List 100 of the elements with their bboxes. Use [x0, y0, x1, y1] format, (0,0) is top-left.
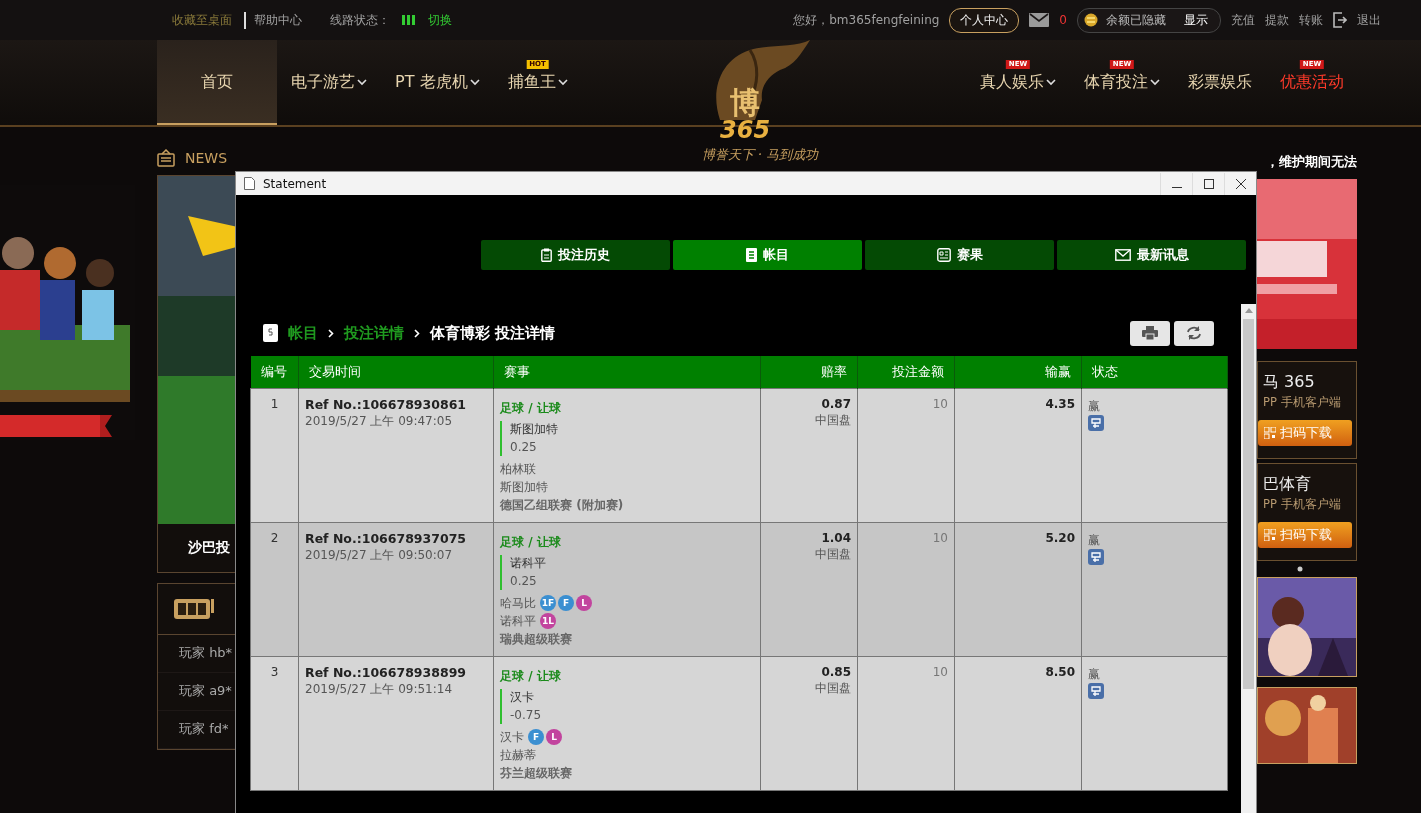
breadcrumb-link[interactable]: 投注详情: [344, 323, 404, 343]
row-number: 1: [270, 396, 279, 411]
event-badge: F: [558, 594, 574, 611]
window-title: Statement: [263, 176, 327, 191]
document-icon: [244, 177, 255, 190]
coin-icon: [1084, 13, 1098, 27]
show-balance-link[interactable]: 显示: [1184, 11, 1208, 29]
ref-number: Ref No.:106678937075: [305, 530, 468, 546]
league-name: 德国乙组联赛 (附加赛): [500, 496, 625, 514]
maximize-icon: [1203, 178, 1214, 189]
odds-value: 0.87: [820, 396, 851, 411]
news-label: NEWS: [185, 150, 228, 166]
print-button[interactable]: [1130, 320, 1170, 346]
top-link[interactable]: 提款: [1265, 11, 1289, 29]
app-subtitle: PP 手机客户端: [1263, 497, 1341, 512]
transaction-time: 2019/5/27 上午 09:47:05: [305, 412, 454, 430]
bet-status: 赢: [1088, 397, 1101, 415]
win-loss-amount: 5.20: [1045, 530, 1075, 545]
top-link[interactable]: 充值: [1231, 11, 1255, 29]
refresh-icon: [1186, 326, 1202, 340]
stake-amount: 10: [932, 664, 948, 679]
nav-item[interactable]: 电子游艺: [277, 40, 381, 125]
carousel-dot[interactable]: [1297, 566, 1303, 572]
handicap-value: 0.25: [510, 572, 538, 590]
tab[interactable]: 投注历史: [481, 240, 670, 270]
note-icon[interactable]: [1088, 414, 1104, 431]
note-icon[interactable]: [1088, 682, 1104, 699]
win-loss-amount: 4.35: [1045, 396, 1075, 411]
chevron-icon: [469, 79, 480, 86]
news-icon: [157, 149, 175, 167]
profile-button[interactable]: 个人中心: [949, 7, 1020, 33]
win-loss-amount: 8.50: [1045, 664, 1075, 679]
selection-team: 诺科平: [510, 554, 547, 572]
mail-count: 0: [1059, 13, 1067, 27]
team-name: 哈马比: [500, 594, 536, 612]
logo[interactable]: 博 365 博誉天下 · 马到成功: [680, 40, 840, 166]
app-name: 马 365: [1263, 372, 1315, 393]
team-name: 汉卡: [500, 728, 524, 746]
breadcrumb-link[interactable]: 帐目: [288, 323, 318, 343]
top-link[interactable]: 帮助中心: [244, 11, 302, 29]
chevron-right-icon: [414, 328, 420, 338]
event-badge: F: [528, 728, 544, 745]
tab[interactable]: 帐目: [673, 240, 862, 270]
chevron-icon: [557, 79, 568, 86]
ref-number: Ref No.:106678930861: [305, 396, 468, 412]
nav-item[interactable]: PT 老虎机: [381, 40, 494, 125]
app-name: 巴体育: [1263, 474, 1311, 495]
column-header: 状态: [1081, 356, 1228, 388]
top-link[interactable]: 收藏至桌面: [172, 11, 232, 29]
switch-link[interactable]: 切换: [428, 11, 452, 29]
logout-icon[interactable]: [1333, 12, 1347, 28]
odds-type: 中国盘: [814, 411, 851, 429]
qr-code-icon: [1264, 529, 1276, 541]
team-name: 诺科平: [500, 612, 536, 630]
logo-mark: 博: [730, 88, 761, 118]
team-name: 拉赫蒂: [500, 746, 536, 764]
event-badge: 1F: [540, 594, 556, 611]
odds-type: 中国盘: [814, 545, 851, 563]
refresh-button[interactable]: [1174, 320, 1214, 346]
selection-team: 汉卡: [510, 688, 535, 706]
balance-text: 余额已隐藏: [1106, 11, 1166, 29]
ledger-icon: [263, 324, 278, 342]
note-icon[interactable]: [1088, 548, 1104, 565]
column-header: 赛事: [493, 356, 761, 388]
tab[interactable]: 最新讯息: [1057, 240, 1246, 270]
table-row[interactable]: 2 Ref No.:106678937075 2019/5/27 上午 09:50:07 足球 / 让球 诺科平 0.25 哈马比 1F F L 诺科平 1L 瑞典超级联赛 1.04 中国盘 10 5.20 赢: [250, 522, 1228, 656]
team-name: 柏林联: [500, 460, 536, 478]
tab[interactable]: 赛果: [865, 240, 1054, 270]
column-header: 交易时间: [298, 356, 494, 388]
row-number: 2: [270, 530, 279, 545]
minimize-icon: [1171, 187, 1182, 188]
mail-icon[interactable]: [1029, 13, 1050, 27]
selection-team: 斯图加特: [510, 420, 559, 438]
stake-amount: 10: [932, 396, 948, 411]
news-ticker: ，维护期间无法: [1266, 153, 1357, 171]
logo-slogan: 博誉天下 · 马到成功: [701, 146, 819, 164]
league-name: 瑞典超级联赛: [500, 630, 573, 648]
breadcrumb-current: 体育博彩 投注详情: [430, 323, 556, 343]
team-name: 斯图加特: [500, 478, 548, 496]
top-link[interactable]: 转账: [1299, 11, 1323, 29]
table-row[interactable]: 3 Ref No.:106678938899 2019/5/27 上午 09:51:14 足球 / 让球 汉卡 -0.75 汉卡 F L 拉赫蒂 芬兰超级联赛 0.85 中国盘 10 8.50 赢: [250, 656, 1228, 790]
bet-type: 足球 / 让球: [500, 399, 562, 417]
event-badge: L: [576, 594, 592, 611]
stake-amount: 10: [932, 530, 948, 545]
column-header: 编号: [250, 356, 299, 388]
nav-item[interactable]: 首页: [157, 40, 277, 125]
nav-item[interactable]: 彩票娱乐: [1174, 40, 1266, 125]
logout-link[interactable]: 退出: [1357, 11, 1381, 29]
event-badge: L: [546, 728, 562, 745]
table-row[interactable]: 1 Ref No.:106678930861 2019/5/27 上午 09:47:05 足球 / 让球 斯图加特 0.25 柏林联 斯图加特 德国乙组联赛 (附加赛) 0.87 中国盘 10 4.35 赢: [250, 388, 1228, 522]
league-name: 芬兰超级联赛: [500, 764, 573, 782]
line-status-label: 线路状态：: [330, 11, 390, 29]
printer-icon: [1142, 326, 1158, 340]
envelope-icon: [1114, 249, 1131, 261]
bet-type: 足球 / 让球: [500, 667, 562, 685]
odds-value: 1.04: [820, 530, 851, 545]
app-subtitle: PP 手机客户端: [1263, 395, 1341, 410]
scrollbar[interactable]: [1241, 304, 1256, 813]
qr-code-icon: [1264, 427, 1276, 439]
odds-value: 0.85: [820, 664, 851, 679]
